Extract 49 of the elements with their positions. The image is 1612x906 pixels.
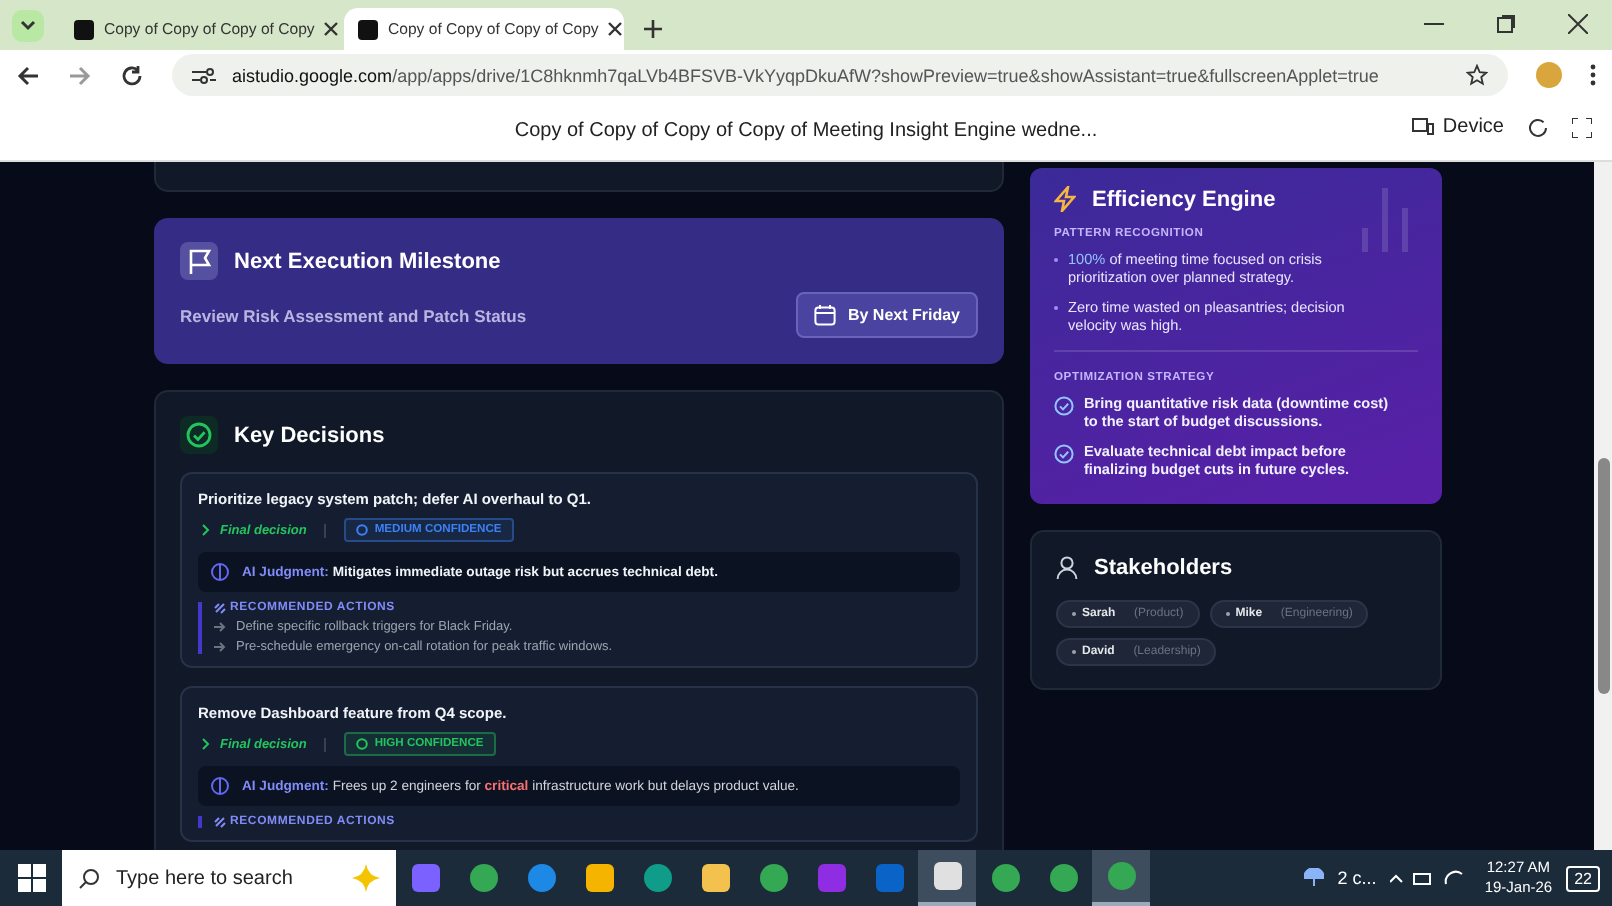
due-date-button[interactable]: By Next Friday xyxy=(795,292,978,338)
address-field[interactable]: aistudio.google.com/app/apps/drive/1C8hknmh7qaLVb4BFSVB-VkYyqpDkuAfW?showPreview=true&showAssistant=true&fullscreenApplet=true xyxy=(172,54,1508,96)
flag-icon xyxy=(180,242,218,280)
devices-icon xyxy=(1412,118,1435,136)
arrow-right-icon xyxy=(214,642,226,652)
chevron-right-icon xyxy=(202,524,210,536)
check-circle-icon xyxy=(1054,443,1074,464)
menu-icon[interactable] xyxy=(1590,64,1596,86)
calendar-icon xyxy=(813,304,836,326)
bookmark-star-icon[interactable] xyxy=(1466,64,1488,86)
section-title: Stakeholders xyxy=(1094,555,1233,580)
refresh-icon[interactable] xyxy=(1528,117,1548,137)
close-icon[interactable] xyxy=(608,22,623,36)
lightning-icon xyxy=(1054,186,1076,212)
section-title: Efficiency Engine xyxy=(1092,187,1276,211)
weather-text[interactable]: 2 c... xyxy=(1337,868,1377,888)
check-circle-icon xyxy=(1054,395,1074,416)
check-circle-icon xyxy=(180,416,218,454)
chevron-down-icon xyxy=(18,16,38,36)
search-icon xyxy=(78,867,100,889)
person-icon xyxy=(1056,555,1078,580)
milestone-task: Review Risk Assessment and Patch Status xyxy=(180,305,527,325)
new-tab-icon[interactable] xyxy=(644,20,662,38)
taskbar-app-icon[interactable] xyxy=(1092,850,1150,906)
reload-icon[interactable] xyxy=(120,63,144,87)
windows-start-icon[interactable] xyxy=(18,864,46,892)
site-settings-icon[interactable] xyxy=(192,65,216,85)
section-title: Key Decisions xyxy=(234,423,385,447)
close-icon[interactable] xyxy=(1568,14,1588,34)
umbrella-icon[interactable] xyxy=(1303,868,1324,888)
device-button[interactable]: Device xyxy=(1412,116,1504,138)
tab-list-button[interactable] xyxy=(12,10,44,42)
app-icon xyxy=(74,19,94,39)
arrow-right-icon xyxy=(214,622,226,632)
taskbar-app-icon[interactable] xyxy=(918,850,976,906)
forward-icon[interactable] xyxy=(68,63,92,87)
back-icon[interactable] xyxy=(16,63,40,87)
chevron-right-icon xyxy=(202,738,210,750)
taskbar-search-field[interactable]: Type here to search xyxy=(62,850,396,906)
close-icon[interactable] xyxy=(324,22,339,36)
notification-badge[interactable]: 22 xyxy=(1566,865,1600,891)
milestone-title: Next Execution Milestone xyxy=(234,249,501,273)
restore-icon[interactable] xyxy=(1496,14,1516,34)
fullscreen-icon[interactable] xyxy=(1572,117,1592,137)
app-title: Copy of Copy of Copy of Copy of Meeting Insight Engine wedne... xyxy=(514,119,1098,141)
app-icon xyxy=(358,19,378,39)
bar-chart-icon xyxy=(1358,188,1414,252)
scrollbar-thumb[interactable] xyxy=(1597,458,1609,694)
sparkle-icon xyxy=(352,864,380,892)
